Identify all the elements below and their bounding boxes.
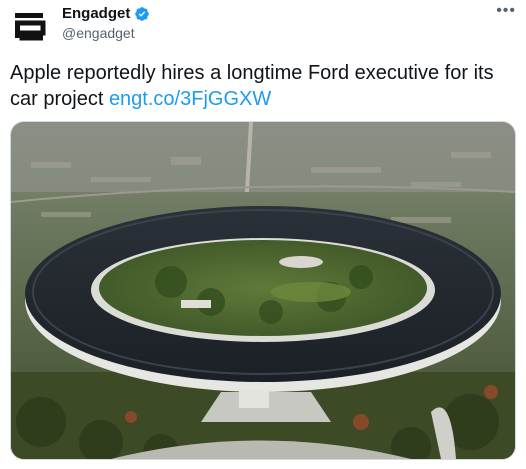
tweet-text: Apple reportedly hires a longtime Ford e… — [10, 60, 516, 112]
verified-badge-icon — [135, 6, 150, 21]
tweet-card: Engadget @engadget ••• Apple reportedly … — [0, 0, 526, 469]
author-name-row[interactable]: Engadget — [62, 5, 150, 22]
tweet-link[interactable]: engt.co/3FjGGXW — [109, 88, 271, 110]
author-handle[interactable]: @engadget — [62, 25, 135, 41]
author-name[interactable]: Engadget — [62, 5, 130, 22]
apple-park-aerial-photo — [11, 122, 515, 459]
engadget-logo-icon — [15, 13, 46, 41]
more-options-icon[interactable]: ••• — [496, 2, 516, 20]
author-avatar[interactable] — [10, 6, 50, 46]
tweet-media-image[interactable] — [10, 121, 516, 460]
